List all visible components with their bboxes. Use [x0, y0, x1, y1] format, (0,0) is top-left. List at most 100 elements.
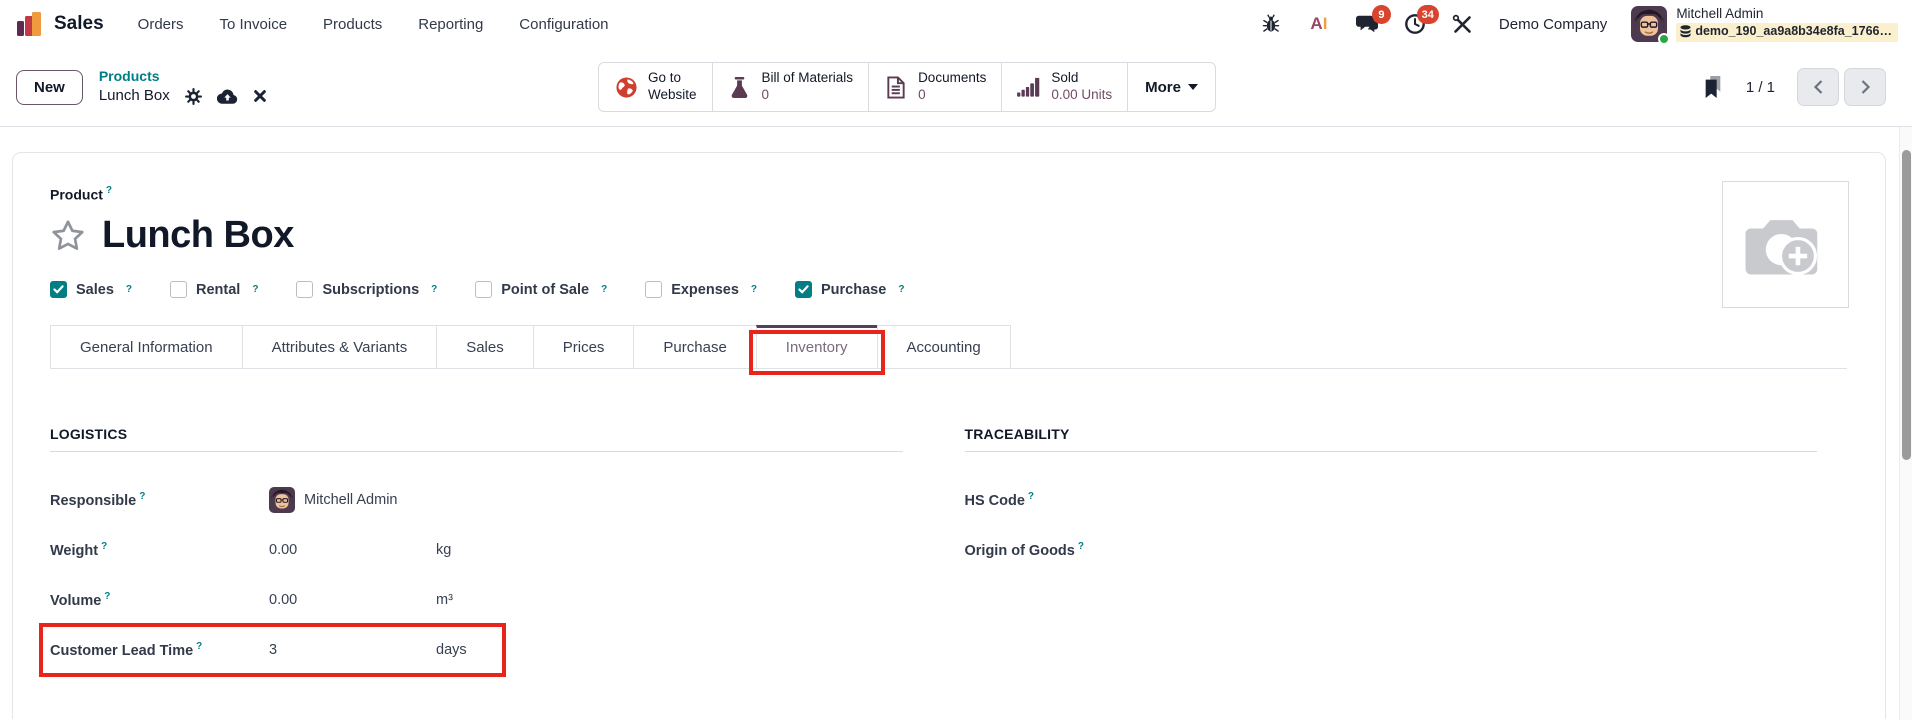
volume-input[interactable]: 0.00 — [269, 592, 436, 608]
database-badge: demo_190_aa9a8b34e8fa_1766… — [1676, 23, 1898, 42]
chevron-left-icon — [1813, 80, 1822, 94]
company-switcher[interactable]: Demo Company — [1499, 16, 1607, 33]
menu-configuration[interactable]: Configuration — [519, 16, 608, 33]
documents-button[interactable]: Documents 0 — [869, 63, 1003, 111]
product-type-label: Product? — [50, 185, 112, 203]
sold-button[interactable]: Sold 0.00 Units — [1002, 63, 1129, 111]
app-name[interactable]: Sales — [54, 13, 104, 35]
volume-field-row: Volume? 0.00 m³ — [50, 583, 903, 617]
checkbox-subscriptions-box[interactable] — [296, 281, 314, 299]
checkbox-point-of-sale-box[interactable] — [475, 281, 493, 299]
main-menu: Orders To Invoice Products Reporting Con… — [138, 16, 609, 33]
bill-of-materials-button[interactable]: Bill of Materials 0 — [713, 63, 870, 111]
responsible-value[interactable]: Mitchell Admin — [269, 487, 436, 514]
save-cloud-icon[interactable] — [216, 88, 238, 105]
new-button[interactable]: New — [16, 69, 83, 105]
breadcrumb-products-link[interactable]: Products — [99, 67, 267, 86]
breadcrumb: Products Lunch Box — [99, 67, 267, 106]
menu-to-invoice[interactable]: To Invoice — [220, 16, 288, 33]
scrollbar-thumb[interactable] — [1902, 150, 1911, 460]
vertical-scrollbar[interactable] — [1899, 127, 1912, 720]
customer-lead-time-field-row: Customer Lead Time? 3 days — [39, 623, 903, 678]
online-status-dot — [1658, 33, 1671, 45]
user-menu[interactable]: Mitchell Admin demo_190_aa9a8b34e8fa_176… — [1631, 6, 1898, 45]
tab-general-information[interactable]: General Information — [50, 325, 243, 369]
pager-previous-button[interactable] — [1797, 68, 1839, 106]
more-button[interactable]: More — [1128, 63, 1215, 111]
chevron-down-icon — [1187, 84, 1198, 90]
customer-lead-time-unit: days — [436, 642, 467, 659]
checkbox-sales-box[interactable] — [50, 281, 67, 299]
camera-plus-icon — [1745, 219, 1817, 275]
tab-purchase[interactable]: Purchase — [633, 325, 757, 369]
bookmark-icon[interactable] — [1702, 75, 1724, 99]
checkbox-rental[interactable]: Rental? — [170, 281, 258, 299]
weight-label: Weight? — [50, 541, 108, 560]
responsible-label: Responsible? — [50, 491, 146, 510]
traceability-section: TRACEABILITY HS Code? Origin of Goods? — [964, 426, 1818, 683]
flask-icon — [728, 75, 752, 99]
checkbox-sales[interactable]: Sales? — [50, 281, 132, 299]
checkbox-purchase[interactable]: Purchase? — [795, 281, 904, 299]
favorite-star-icon[interactable] — [50, 218, 86, 254]
bar-chart-icon — [1017, 75, 1041, 99]
product-title[interactable]: Lunch Box — [102, 214, 294, 257]
customer-lead-time-label: Customer Lead Time? — [50, 641, 203, 660]
responsible-avatar — [269, 487, 295, 514]
user-name: Mitchell Admin — [1676, 6, 1764, 22]
activities-badge: 34 — [1416, 5, 1439, 24]
navbar-right: AI 9 34 Demo Company Mitchell Admin demo… — [1259, 5, 1898, 45]
weight-field-row: Weight? 0.00 kg — [50, 533, 903, 567]
checkbox-rental-box[interactable] — [170, 281, 188, 299]
discard-x-icon[interactable] — [253, 89, 267, 103]
hs-code-field-row: HS Code? — [965, 483, 1818, 517]
checkbox-point-of-sale[interactable]: Point of Sale? — [475, 281, 607, 299]
tab-inventory[interactable]: Inventory — [748, 325, 885, 376]
responsible-field-row: Responsible? Mitchell Admin — [50, 483, 903, 517]
tab-attributes-variants[interactable]: Attributes & Variants — [241, 325, 438, 369]
menu-products[interactable]: Products — [323, 16, 382, 33]
breadcrumb-current-record: Lunch Box — [98, 87, 170, 105]
logistics-section: LOGISTICS Responsible? Mitchell Admin We… — [39, 426, 903, 683]
globe-icon — [614, 75, 638, 99]
checkbox-expenses-box[interactable] — [645, 281, 663, 299]
tab-accounting[interactable]: Accounting — [876, 325, 1011, 369]
checkbox-subscriptions[interactable]: Subscriptions? — [296, 281, 437, 299]
menu-orders[interactable]: Orders — [138, 16, 184, 33]
customer-lead-time-input[interactable]: 3 — [269, 642, 436, 658]
stat-button-group: Go to Website Bill of Materials 0 Docume… — [598, 62, 1216, 112]
tab-sales[interactable]: Sales — [436, 325, 534, 369]
go-to-website-button[interactable]: Go to Website — [599, 63, 713, 111]
messages-icon[interactable]: 9 — [1355, 5, 1391, 36]
hs-code-label: HS Code? — [964, 491, 1035, 510]
user-avatar — [1631, 6, 1671, 45]
tab-prices[interactable]: Prices — [532, 325, 635, 369]
messages-badge: 9 — [1371, 5, 1391, 24]
pager: 1 / 1 — [1702, 68, 1886, 106]
product-availability-checkboxes: Sales? Rental? Subscriptions? Point of S… — [50, 281, 1847, 299]
help-icon: ? — [105, 185, 112, 196]
bug-icon[interactable] — [1259, 12, 1283, 36]
top-navbar: Sales Orders To Invoice Products Reporti… — [0, 0, 1912, 48]
chevron-right-icon — [1861, 80, 1870, 94]
sales-app-icon[interactable] — [14, 9, 44, 39]
database-icon — [1680, 25, 1691, 38]
product-image-upload[interactable] — [1722, 181, 1849, 308]
checkbox-purchase-box[interactable] — [795, 281, 813, 299]
document-icon — [884, 75, 908, 99]
activities-clock-icon[interactable]: 34 — [1403, 5, 1439, 36]
gear-icon[interactable] — [184, 87, 202, 105]
control-panel: New Products Lunch Box Go to Website Bil… — [0, 48, 1912, 127]
origin-of-goods-field-row: Origin of Goods? — [965, 533, 1818, 567]
pager-count: 1 / 1 — [1745, 78, 1775, 96]
weight-unit: kg — [436, 542, 452, 559]
volume-label: Volume? — [50, 591, 111, 610]
product-form-sheet: Product? Lunch Box Sales? Rental? Subscr… — [12, 152, 1886, 719]
menu-reporting[interactable]: Reporting — [418, 16, 483, 33]
origin-of-goods-label: Origin of Goods? — [964, 541, 1084, 560]
weight-input[interactable]: 0.00 — [269, 542, 436, 558]
checkbox-expenses[interactable]: Expenses? — [645, 281, 757, 299]
developer-tools-icon[interactable] — [1451, 12, 1475, 36]
pager-next-button[interactable] — [1844, 68, 1886, 106]
ai-icon[interactable]: AI — [1307, 12, 1331, 36]
